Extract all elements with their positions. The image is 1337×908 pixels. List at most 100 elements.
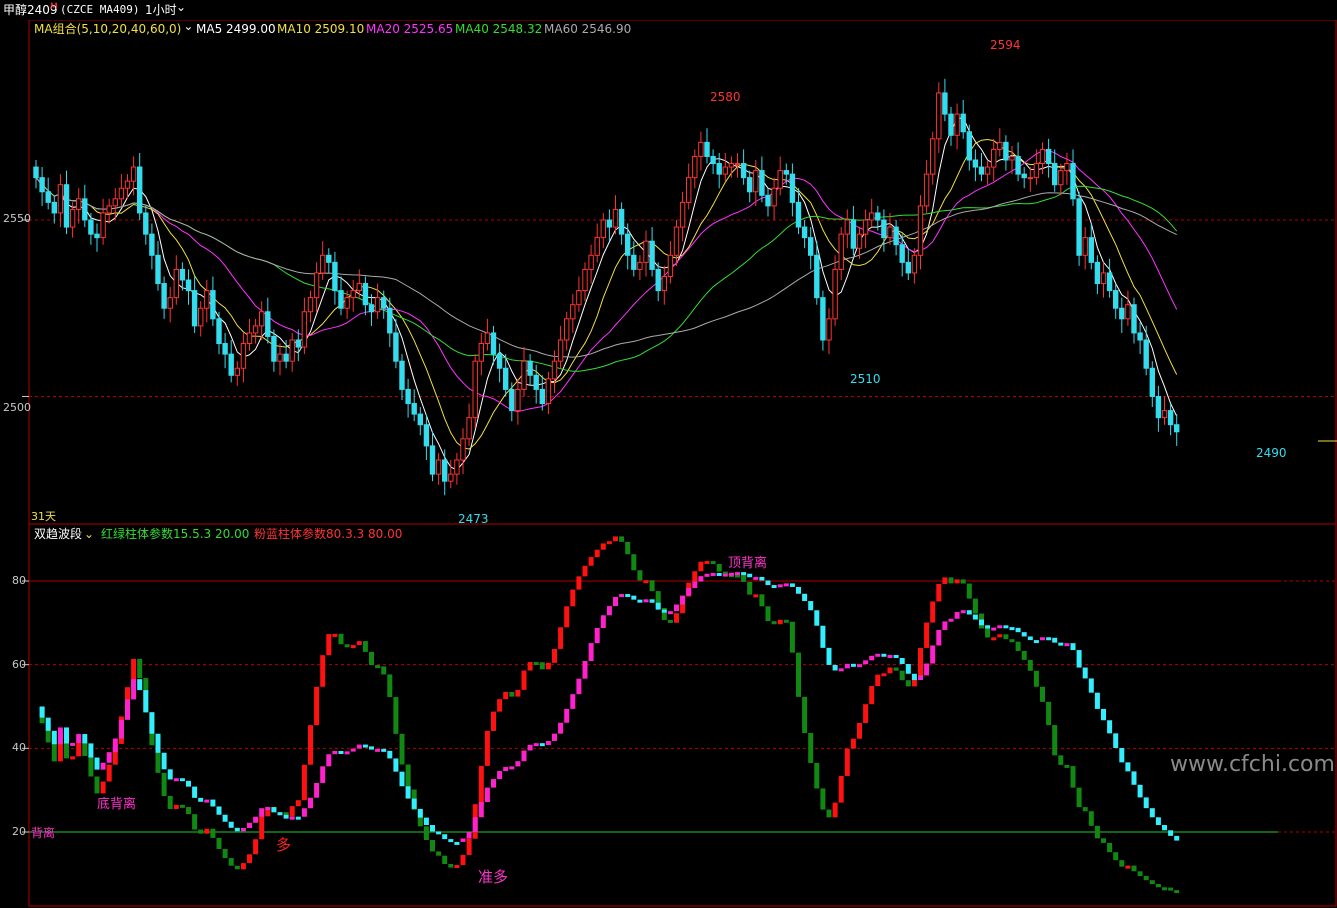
candle-body — [246, 332, 253, 345]
candle-body — [740, 163, 747, 179]
pink-cyan-bar — [399, 771, 405, 787]
candle-body — [966, 131, 972, 161]
red-green-bar — [1113, 852, 1119, 861]
candle-body — [234, 367, 241, 376]
pink-cyan-bar — [1119, 747, 1125, 763]
red-green-bar — [1076, 787, 1082, 808]
candle-body — [265, 311, 271, 337]
candle-body — [484, 332, 491, 345]
candle-body — [759, 170, 765, 196]
red-green-bar — [881, 673, 887, 677]
indicator-selector[interactable]: 双趋波段 ⌄ — [34, 525, 94, 543]
chart-canvas[interactable] — [0, 0, 1337, 908]
candle-body — [1094, 261, 1101, 285]
candle-body — [991, 148, 997, 168]
symbol-mark: M — [50, 2, 58, 12]
red-green-bar — [405, 764, 411, 790]
candle-body — [838, 233, 844, 270]
top-divergence-signal: 顶背离 — [728, 556, 768, 571]
candle-body — [1070, 163, 1076, 200]
candle-body — [844, 219, 850, 235]
red-green-bar — [173, 804, 179, 809]
red-green-bar — [430, 840, 435, 852]
candle-body — [911, 254, 918, 274]
candle-body — [862, 219, 869, 235]
pink-cyan-bar — [381, 748, 387, 752]
candle-body — [923, 173, 930, 207]
pink-cyan-bar — [375, 748, 381, 752]
ma-chevron-icon[interactable]: ⌄ — [183, 19, 193, 33]
candle-body — [51, 201, 57, 214]
pink-cyan-bar — [552, 733, 557, 741]
pink-cyan-bar — [838, 668, 844, 672]
pink-cyan-bar — [588, 643, 594, 661]
candle-body — [442, 459, 448, 482]
candle-body — [948, 113, 954, 136]
pink-cyan-bar — [570, 694, 576, 709]
candle-body — [515, 388, 521, 412]
candle-body — [978, 166, 985, 175]
pink-cyan-bar — [1052, 637, 1058, 643]
pink-cyan-bar — [674, 604, 679, 612]
pink-cyan-bar — [753, 576, 759, 580]
indicator-chevron-icon[interactable]: ⌄ — [84, 527, 94, 541]
candle-body — [478, 343, 485, 362]
pink-cyan-bar — [1131, 771, 1137, 785]
candle-body — [667, 254, 674, 277]
period-selector[interactable]: 1小时 — [145, 0, 177, 20]
pink-cyan-bar — [545, 740, 551, 746]
red-green-bar — [51, 742, 57, 762]
candle-body — [1106, 272, 1113, 292]
pink-cyan-bar — [179, 778, 185, 782]
candle-body — [271, 335, 277, 362]
candle-body — [112, 198, 118, 207]
candle-body — [39, 177, 45, 193]
candle-body — [454, 459, 460, 475]
pink-cyan-bar — [716, 572, 722, 576]
pink-cyan-bar — [387, 750, 393, 759]
pink-cyan-bar — [1168, 830, 1174, 836]
period-chevron-icon[interactable]: ⌄ — [176, 0, 186, 17]
candle-body — [1082, 237, 1088, 256]
ma5-value: MA5 2499.00 — [196, 22, 276, 36]
candle-body — [45, 191, 51, 203]
pink-cyan-bar — [228, 821, 234, 828]
candle-body — [118, 187, 125, 200]
pink-cyan-bar — [478, 802, 484, 818]
red-green-bar — [814, 762, 820, 789]
pink-cyan-bar — [1027, 636, 1033, 641]
candle-body — [869, 212, 875, 221]
candle-body — [295, 339, 302, 348]
pink-cyan-bar — [655, 602, 661, 610]
red-green-bar — [295, 800, 301, 807]
pink-cyan-bar — [783, 583, 789, 587]
red-green-bar — [1143, 875, 1149, 881]
candle-body — [826, 318, 832, 341]
candle-body — [917, 205, 924, 256]
pink-cyan-bar — [497, 771, 503, 780]
candle-body — [344, 297, 350, 309]
pink-cyan-bar — [857, 664, 862, 668]
red-green-bar — [484, 730, 490, 766]
red-green-bar — [606, 541, 612, 545]
candle-body — [765, 194, 771, 207]
red-green-bar — [930, 601, 936, 623]
pink-cyan-bar — [277, 812, 283, 816]
red-green-bar — [509, 691, 515, 697]
red-green-bar — [387, 674, 393, 698]
candle-body — [673, 226, 680, 256]
ma40-value: MA40 2548.32 — [455, 22, 543, 36]
pink-cyan-bar — [875, 653, 881, 657]
ma-group-selector[interactable]: MA组合(5,10,20,40,60,0) ⌄ — [34, 19, 193, 38]
ma20-value: MA20 2525.65 — [366, 22, 454, 36]
candle-body — [704, 141, 710, 157]
red-green-bar — [1046, 701, 1052, 726]
pink-cyan-bar — [948, 618, 954, 622]
pink-cyan-bar — [484, 787, 490, 803]
pre-long-signal: 准多 — [478, 868, 509, 886]
candle-body — [1021, 173, 1027, 179]
red-green-bar — [918, 647, 923, 679]
ma-group-label: MA组合(5,10,20,40,60,0) — [34, 22, 182, 36]
pink-cyan-bar — [70, 742, 76, 746]
red-green-bar — [161, 772, 167, 796]
